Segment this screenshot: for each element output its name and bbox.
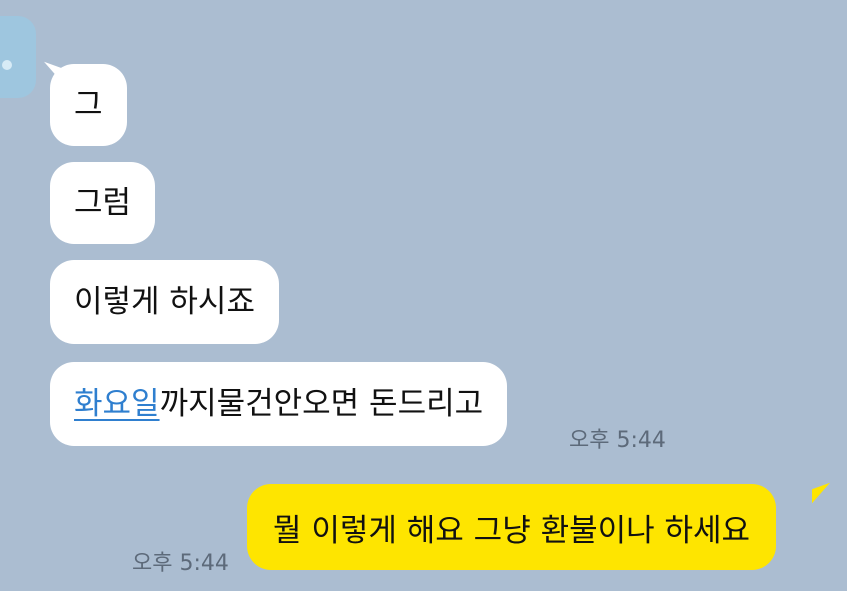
message-text: 그 <box>74 87 103 123</box>
bubble-tail <box>812 482 830 504</box>
received-message[interactable]: 화요일 까지물건안오면 돈드리고 <box>50 362 508 446</box>
received-message[interactable]: 그럼 <box>50 162 156 244</box>
message-text: 그럼 <box>74 185 132 221</box>
message-text: 뭘 이렇게 해요 그냥 환불이나 하세요 <box>273 512 751 549</box>
message-text: 이렇게 하시죠 <box>74 284 255 320</box>
message-timestamp: 오후 5:44 <box>569 428 666 453</box>
message-timestamp: 오후 5:44 <box>132 551 229 576</box>
received-message[interactable]: 그 <box>50 64 127 146</box>
date-link[interactable]: 화요일 <box>74 383 160 425</box>
profile-avatar[interactable] <box>0 16 36 98</box>
sent-message[interactable]: 뭘 이렇게 해요 그냥 환불이나 하세요 <box>247 484 777 570</box>
received-message[interactable]: 이렇게 하시죠 <box>50 260 279 344</box>
message-text: 까지물건안오면 돈드리고 <box>159 386 484 422</box>
